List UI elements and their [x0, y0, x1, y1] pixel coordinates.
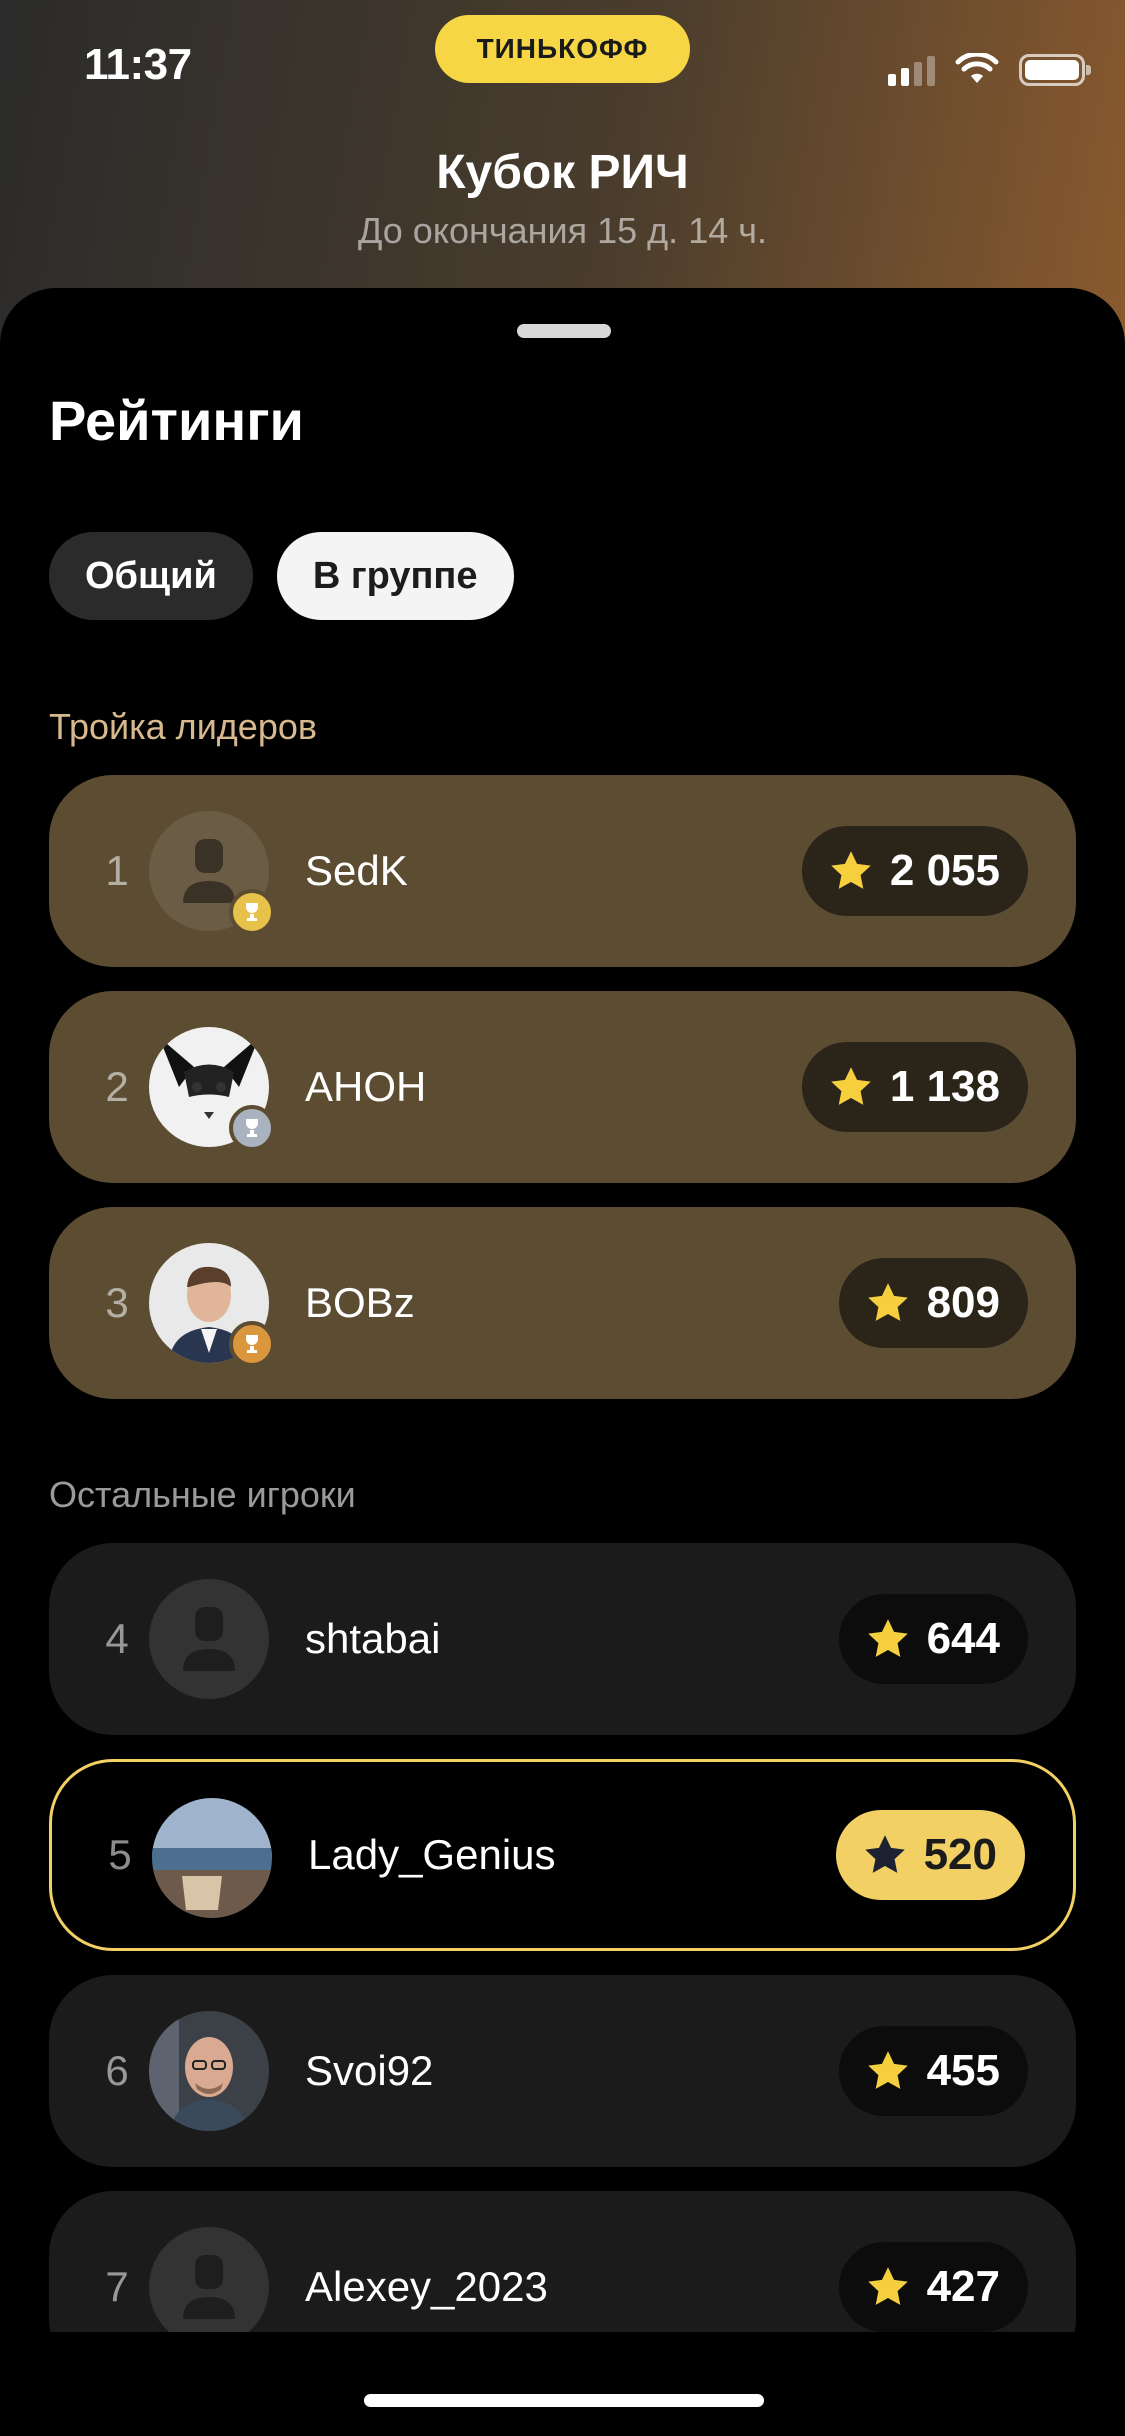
section-others-label: Остальные игроки — [49, 1474, 356, 1515]
brand-logo: ТИНЬКОФФ — [435, 15, 690, 83]
list-item[interactable]: 4 shtabai 644 — [49, 1543, 1076, 1735]
avatar — [149, 2011, 269, 2131]
page-title: Кубок РИЧ — [436, 146, 689, 199]
trophy-silver-icon — [229, 1105, 275, 1151]
player-name: SedK — [305, 847, 408, 894]
others-list: 4 shtabai 644 5 Lady_Genius 520 6 Svoi92… — [49, 1543, 1076, 2407]
bottom-mask — [0, 2332, 1125, 2436]
score-badge: 455 — [838, 2026, 1028, 2116]
list-item[interactable]: 6 Svoi92 455 — [49, 1975, 1076, 2167]
rank: 5 — [108, 1831, 132, 1878]
player-name: shtabai — [305, 1615, 441, 1662]
avatar — [149, 2227, 269, 2347]
score-value: 1 138 — [889, 1062, 1000, 1111]
player-name: BOBz — [305, 1279, 415, 1326]
section-leaders-label: Тройка лидеров — [49, 706, 317, 747]
avatar — [149, 1579, 269, 1699]
list-item[interactable]: 1 SedK 2 055 — [49, 775, 1076, 967]
home-indicator[interactable] — [364, 2394, 764, 2407]
countdown-subtitle: До окончания 15 д. 14 ч. — [357, 210, 767, 251]
avatar — [149, 1243, 275, 1367]
score-badge: 520 — [835, 1810, 1025, 1900]
sheet-title: Рейтинги — [49, 389, 304, 452]
score-value: 809 — [926, 1278, 1000, 1327]
star-icon — [867, 2267, 908, 2305]
leaders-list: 1 SedK 2 055 2 АНОН 1 138 3 BOBz 809 — [49, 775, 1076, 1423]
rank: 6 — [105, 2047, 129, 2094]
score-badge: 427 — [838, 2242, 1028, 2332]
rank: 3 — [105, 1279, 129, 1326]
rating-tabs: Общий В группе — [49, 532, 514, 620]
score-badge: 2 055 — [801, 826, 1028, 916]
player-name: АНОН — [305, 1063, 427, 1110]
trophy-bronze-icon — [229, 1321, 275, 1367]
avatar — [152, 1798, 272, 1918]
ratings-sheet: Рейтинги Общий В группе Тройка лидеров 1 — [0, 288, 1125, 2436]
rank: 4 — [105, 1615, 129, 1662]
star-icon — [864, 1835, 905, 1873]
status-icons — [888, 50, 1091, 90]
list-item[interactable]: 3 BOBz 809 — [49, 1207, 1076, 1399]
score-value: 520 — [923, 1830, 997, 1879]
score-value: 644 — [926, 1614, 1000, 1663]
list-item[interactable]: 2 АНОН 1 138 — [49, 991, 1076, 1183]
player-name: Svoi92 — [305, 2047, 434, 2094]
trophy-gold-icon — [229, 889, 275, 935]
score-value: 2 055 — [889, 846, 1000, 895]
battery-icon — [1019, 54, 1091, 86]
score-value: 455 — [926, 2046, 1000, 2095]
rank: 1 — [105, 847, 129, 894]
sea-avatar-image — [152, 1798, 272, 1918]
star-icon — [831, 851, 871, 889]
cellular-signal-icon — [888, 54, 935, 86]
star-icon — [867, 1283, 908, 1321]
rank: 2 — [105, 1063, 129, 1110]
player-name: Alexey_2023 — [305, 2263, 548, 2310]
score-badge: 809 — [838, 1258, 1028, 1348]
wifi-icon — [955, 53, 999, 83]
star-icon — [867, 1619, 908, 1657]
star-icon — [831, 1067, 871, 1105]
score-badge: 644 — [838, 1594, 1028, 1684]
avatar — [149, 811, 275, 935]
rank: 7 — [105, 2263, 129, 2310]
bald-man-avatar-image — [149, 2011, 269, 2131]
score-badge: 1 138 — [801, 1042, 1028, 1132]
player-name: Lady_Genius — [308, 1831, 556, 1878]
star-icon — [867, 2051, 908, 2089]
avatar — [149, 1027, 275, 1151]
current-user-row[interactable]: 5 Lady_Genius 520 — [49, 1759, 1076, 1951]
tab-group[interactable]: В группе — [276, 532, 514, 620]
user-placeholder-icon — [149, 1579, 269, 1699]
status-time: 11:37 — [84, 40, 192, 89]
user-placeholder-icon — [149, 2227, 269, 2347]
score-value: 427 — [926, 2262, 1000, 2311]
tab-general[interactable]: Общий — [49, 532, 253, 620]
sheet-grabber[interactable] — [517, 324, 611, 338]
